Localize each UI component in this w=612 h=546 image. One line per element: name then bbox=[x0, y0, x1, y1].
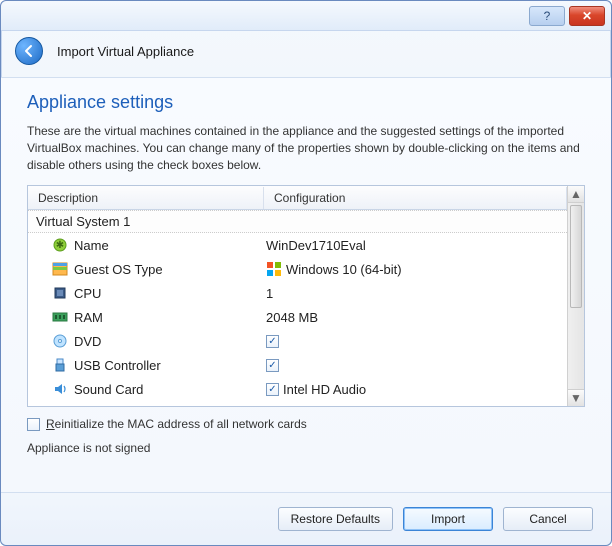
scrollbar[interactable]: ▲ ▼ bbox=[567, 186, 584, 406]
help-button[interactable]: ? bbox=[529, 6, 565, 26]
column-configuration[interactable]: Configuration bbox=[264, 187, 567, 209]
svg-text:✱: ✱ bbox=[56, 240, 64, 251]
row-value: Intel HD Audio bbox=[283, 382, 366, 397]
row-value: WinDev1710Eval bbox=[266, 238, 366, 253]
name-icon: ✱ bbox=[52, 237, 68, 253]
mac-reinit-checkbox[interactable] bbox=[27, 418, 40, 431]
row-label: USB Controller bbox=[74, 358, 161, 373]
table-row-dvd[interactable]: DVD ✓ bbox=[28, 329, 567, 353]
dialog-window: ? ✕ Import Virtual Appliance Appliance s… bbox=[0, 0, 612, 546]
cpu-icon bbox=[52, 285, 68, 301]
wizard-title: Import Virtual Appliance bbox=[57, 44, 194, 59]
import-button[interactable]: Import bbox=[403, 507, 493, 531]
scroll-track[interactable] bbox=[568, 203, 584, 389]
mac-reinit-option[interactable]: Reinitialize the MAC address of all netw… bbox=[27, 417, 585, 431]
column-description[interactable]: Description bbox=[28, 187, 264, 209]
table-row-name[interactable]: ✱ Name WinDev1710Eval bbox=[28, 233, 567, 257]
row-value: Windows 10 (64-bit) bbox=[286, 262, 402, 277]
os-icon bbox=[52, 261, 68, 277]
row-label: Name bbox=[74, 238, 109, 253]
dialog-footer: Restore Defaults Import Cancel bbox=[1, 492, 611, 545]
usb-checkbox[interactable]: ✓ bbox=[266, 359, 279, 372]
back-arrow-icon bbox=[22, 44, 36, 58]
mac-reinit-label: Reinitialize the MAC address of all netw… bbox=[46, 417, 307, 431]
table-row-usb[interactable]: USB Controller ✓ bbox=[28, 353, 567, 377]
close-button[interactable]: ✕ bbox=[569, 6, 605, 26]
row-label: CPU bbox=[74, 286, 101, 301]
content-area: Appliance settings These are the virtual… bbox=[1, 78, 611, 492]
section-description: These are the virtual machines contained… bbox=[27, 123, 585, 173]
sound-icon bbox=[52, 381, 68, 397]
row-value: 2048 MB bbox=[266, 310, 318, 325]
help-icon: ? bbox=[544, 9, 551, 23]
wizard-header: Import Virtual Appliance bbox=[1, 31, 611, 78]
scroll-up-button[interactable]: ▲ bbox=[568, 186, 584, 203]
ram-icon bbox=[52, 309, 68, 325]
back-button[interactable] bbox=[15, 37, 43, 65]
appliance-signed-status: Appliance is not signed bbox=[27, 441, 585, 455]
titlebar: ? ✕ bbox=[1, 1, 611, 31]
close-icon: ✕ bbox=[582, 9, 592, 23]
dvd-checkbox[interactable]: ✓ bbox=[266, 335, 279, 348]
table-row-sound[interactable]: Sound Card ✓ Intel HD Audio bbox=[28, 377, 567, 401]
settings-table-body: Description Configuration Virtual System… bbox=[28, 186, 567, 406]
settings-table: Description Configuration Virtual System… bbox=[27, 185, 585, 407]
cancel-button[interactable]: Cancel bbox=[503, 507, 593, 531]
table-header: Description Configuration bbox=[28, 186, 567, 210]
scroll-thumb[interactable] bbox=[570, 205, 582, 307]
restore-defaults-button[interactable]: Restore Defaults bbox=[278, 507, 393, 531]
table-row-cpu[interactable]: CPU 1 bbox=[28, 281, 567, 305]
section-title: Appliance settings bbox=[27, 92, 585, 113]
row-label: RAM bbox=[74, 310, 103, 325]
row-label: DVD bbox=[74, 334, 101, 349]
windows-icon bbox=[266, 261, 282, 277]
sound-checkbox[interactable]: ✓ bbox=[266, 383, 279, 396]
usb-icon bbox=[52, 357, 68, 373]
row-label: Guest OS Type bbox=[74, 262, 163, 277]
row-value: 1 bbox=[266, 286, 273, 301]
table-row-ram[interactable]: RAM 2048 MB bbox=[28, 305, 567, 329]
dvd-icon bbox=[52, 333, 68, 349]
row-label: Sound Card bbox=[74, 382, 143, 397]
table-row-guest-os[interactable]: Guest OS Type Windows 10 (64-bit) bbox=[28, 257, 567, 281]
options-area: Reinitialize the MAC address of all netw… bbox=[27, 417, 585, 455]
scroll-down-button[interactable]: ▼ bbox=[568, 389, 584, 406]
group-row[interactable]: Virtual System 1 bbox=[28, 210, 567, 233]
